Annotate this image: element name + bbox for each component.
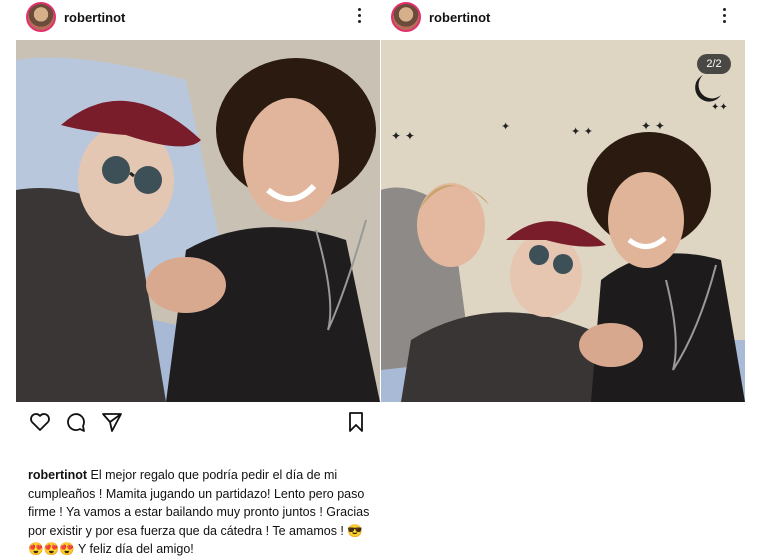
- comment-icon[interactable]: [64, 410, 88, 434]
- svg-text:✦✦: ✦✦: [711, 102, 728, 113]
- svg-text:✦: ✦: [501, 120, 510, 133]
- carousel-counter: 2/2: [697, 54, 731, 74]
- post-photo[interactable]: [16, 40, 380, 402]
- svg-text:✦ ✦: ✦ ✦: [391, 129, 415, 143]
- username[interactable]: robertinot: [64, 10, 125, 25]
- share-icon[interactable]: [100, 410, 124, 434]
- post-right: robertinot ✦ ✦ ✦ ✦ ✦ ✦ ✦ ✦✦: [381, 0, 745, 402]
- post-header: robertinot: [381, 0, 745, 34]
- post-left: robertinot: [16, 0, 380, 432]
- post-actions: [28, 410, 370, 436]
- post-photo[interactable]: ✦ ✦ ✦ ✦ ✦ ✦ ✦ ✦✦: [381, 40, 745, 402]
- caption-username[interactable]: robertinot: [28, 468, 87, 482]
- more-options-icon[interactable]: [358, 8, 362, 24]
- svg-text:✦ ✦: ✦ ✦: [641, 119, 665, 133]
- avatar[interactable]: [26, 2, 56, 32]
- svg-text:✦ ✦: ✦ ✦: [571, 125, 593, 138]
- more-options-icon[interactable]: [723, 8, 727, 24]
- post-header: robertinot: [16, 0, 380, 34]
- post-caption: robertinot El mejor regalo que podría pe…: [28, 466, 373, 559]
- avatar[interactable]: [391, 2, 421, 32]
- username[interactable]: robertinot: [429, 10, 490, 25]
- bookmark-icon[interactable]: [344, 410, 368, 434]
- heart-icon[interactable]: [28, 410, 52, 434]
